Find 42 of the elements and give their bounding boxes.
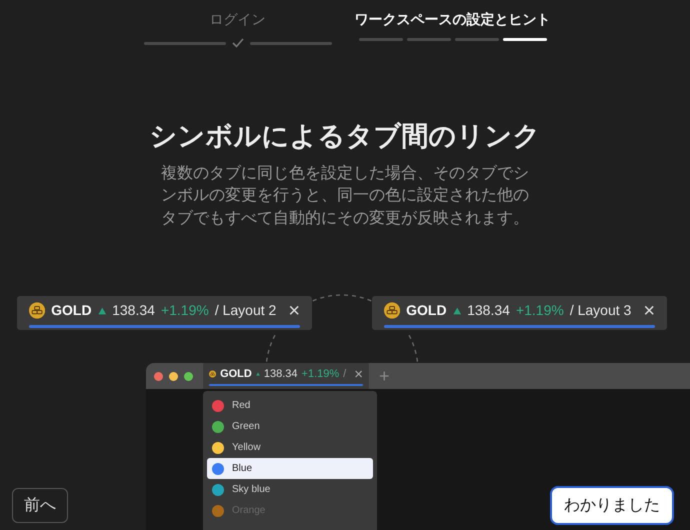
symbol-label: GOLD xyxy=(220,366,252,382)
symbol-label: GOLD xyxy=(406,301,447,320)
color-menu-item[interactable]: Green xyxy=(207,416,373,437)
change-label: +1.19% xyxy=(302,366,340,382)
color-name: Blue xyxy=(232,462,252,476)
close-button[interactable]: × xyxy=(288,300,300,320)
description: 複数のタブに同じ色を設定した場合、そのタブでシンボルの変更を行うと、同一の色に設定された他のタブでもすべて自動的にその変更が反映されます。 xyxy=(160,164,530,228)
step-label: ワークスペースの設定とヒント xyxy=(354,10,550,29)
color-name: Yellow xyxy=(232,441,261,455)
color-menu-item[interactable]: Blue xyxy=(207,458,373,479)
symbol-label: GOLD xyxy=(51,301,92,320)
dashed-arc-segment xyxy=(407,334,419,363)
step-label: ログイン xyxy=(210,10,266,29)
price-label: 138.34 xyxy=(112,301,155,320)
dashed-arc-segment xyxy=(265,334,277,363)
change-label: +1.19% xyxy=(516,301,564,320)
linked-tab[interactable]: GOLD 138.34 +1.19% / Layout 2 × xyxy=(17,296,312,330)
color-name: Sky blue xyxy=(232,483,270,497)
back-button[interactable]: 前へ xyxy=(12,488,68,523)
change-label: +1.19% xyxy=(160,301,209,320)
price-label: 138.34 xyxy=(264,366,298,382)
done-button[interactable]: わかりました xyxy=(550,486,674,525)
heading: シンボルによるタブ間のリンク xyxy=(150,120,540,153)
price-label: 138.34 xyxy=(467,301,510,320)
up-triangle-icon xyxy=(452,306,462,316)
linked-tab[interactable]: GOLD 138.34 +1.19% / Layout 3 × xyxy=(372,296,667,330)
layout-label: / Layout 3 xyxy=(570,301,632,320)
up-triangle-icon xyxy=(256,370,260,378)
color-name: Green xyxy=(232,420,260,434)
layout-label: / xyxy=(343,366,346,382)
dashed-arc-segment xyxy=(312,294,372,302)
color-menu-item[interactable]: Sky blue xyxy=(207,479,373,500)
close-button[interactable]: × xyxy=(643,300,655,320)
up-triangle-icon xyxy=(98,306,106,316)
close-button[interactable]: × xyxy=(354,366,363,382)
layout-label: / Layout 2 xyxy=(214,301,276,320)
coin-icon xyxy=(384,301,400,320)
color-name: Red xyxy=(232,399,250,413)
coin-icon xyxy=(29,301,46,320)
color-menu-item[interactable]: Yellow xyxy=(207,437,373,458)
window-tab[interactable]: GOLD 138.34 +1.19% / × xyxy=(203,363,369,389)
color-menu-item[interactable]: Red xyxy=(207,395,373,416)
